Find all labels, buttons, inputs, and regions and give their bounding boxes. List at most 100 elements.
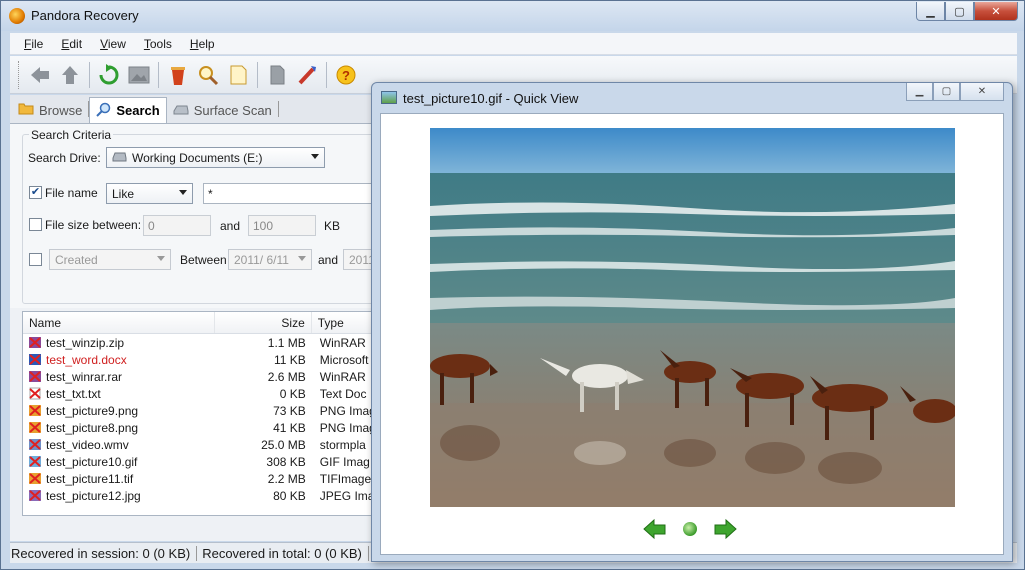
filesize-min-input[interactable]: 0 (143, 215, 211, 236)
table-row[interactable]: test_picture12.jpg 80 KB JPEG Ima (23, 487, 389, 504)
quick-view-title-bar[interactable]: test_picture10.gif - Quick View ▁ ▢ ✕ (372, 83, 1012, 113)
app-title: Pandora Recovery (31, 8, 139, 23)
date-checkbox[interactable] (29, 253, 42, 266)
menu-view[interactable]: View (100, 37, 126, 51)
disk-icon (173, 103, 189, 118)
toolbar-separator (257, 61, 258, 88)
filesize-label: File size between: (45, 218, 142, 232)
tab-browse[interactable]: Browse (12, 97, 88, 123)
menu-bar: File Edit View Tools Help (10, 33, 1017, 55)
menu-edit[interactable]: Edit (61, 37, 82, 51)
file-size: 80 KB (273, 488, 306, 503)
filename-checkbox[interactable]: ✔ (29, 186, 42, 199)
file-size: 308 KB (266, 454, 306, 469)
file-name: test_picture9.png (46, 403, 139, 418)
wizard-icon[interactable] (292, 60, 322, 90)
file-size: 41 KB (273, 420, 306, 435)
chevron-down-icon (179, 190, 187, 195)
file-name: test_txt.txt (46, 386, 101, 401)
file-name: test_picture10.gif (46, 454, 138, 469)
table-row[interactable]: test_picture9.png 73 KB PNG Imag (23, 402, 389, 419)
deleted-image-icon (28, 421, 42, 434)
window-controls: ▁ ▢ ✕ (916, 2, 1018, 21)
menu-file[interactable]: File (24, 37, 43, 51)
date-mode-value: Created (55, 252, 98, 267)
tab-surface-scan[interactable]: Surface Scan (167, 97, 278, 123)
file-size: 73 KB (273, 403, 306, 418)
notes-icon[interactable] (223, 60, 253, 90)
menu-help[interactable]: Help (190, 37, 215, 51)
menu-tools[interactable]: Tools (144, 37, 172, 51)
filename-label: File name (45, 186, 98, 200)
deleted-image-icon (28, 489, 42, 502)
deleted-image-icon (28, 455, 42, 468)
minimize-button[interactable]: ▁ (906, 83, 933, 101)
next-arrow-icon[interactable] (713, 518, 737, 540)
table-row[interactable]: test_picture11.tif 2.2 MB TIFImage (23, 470, 389, 487)
preview-image (430, 118, 955, 507)
file-size: 11 KB (273, 352, 306, 367)
table-row[interactable]: test_video.wmv 25.0 MB stormpla (23, 436, 389, 453)
help-icon[interactable]: ? (331, 60, 361, 90)
reload-icon[interactable] (683, 522, 697, 536)
maximize-button[interactable]: ▢ (945, 2, 974, 21)
tab-search[interactable]: Search (89, 97, 167, 123)
chevron-down-icon (311, 154, 319, 159)
date-mode-select[interactable]: Created (49, 249, 171, 270)
table-row[interactable]: test_picture8.png 41 KB PNG Imag (23, 419, 389, 436)
copy-icon[interactable] (262, 60, 292, 90)
filename-input[interactable]: * (203, 183, 379, 204)
file-size: 2.2 MB (267, 471, 306, 486)
filesize-max-input[interactable]: 100 (248, 215, 316, 236)
tab-browse-label: Browse (39, 102, 83, 118)
table-row[interactable]: test_winrar.rar 2.6 MB WinRAR (23, 368, 389, 385)
deleted-archive-icon (28, 336, 42, 349)
back-icon[interactable] (25, 60, 55, 90)
quick-view-content (380, 113, 1004, 555)
search-criteria-group: Search Criteria Search Drive: Working Do… (22, 128, 383, 304)
filesize-unit-label: KB (324, 219, 341, 233)
filename-mode-select[interactable]: Like (106, 183, 193, 204)
file-list-header: Name Size Type (23, 312, 389, 334)
refresh-icon[interactable] (94, 60, 124, 90)
column-size[interactable]: Size (215, 312, 312, 333)
close-button[interactable]: ✕ (960, 83, 1004, 101)
filesize-checkbox[interactable] (29, 218, 42, 231)
up-icon[interactable] (55, 60, 85, 90)
table-row[interactable]: test_txt.txt 0 KB Text Doc (23, 385, 389, 402)
search-drive-label: Search Drive: (28, 151, 101, 165)
minimize-button[interactable]: ▁ (916, 2, 945, 21)
quick-view-controls: ▁ ▢ ✕ (906, 83, 1004, 101)
maximize-button[interactable]: ▢ (933, 83, 960, 101)
recover-icon[interactable] (163, 60, 193, 90)
toolbar-grip (18, 60, 21, 89)
table-row[interactable]: test_word.docx 11 KB Microsoft (23, 351, 389, 368)
date-from-value: 2011/ 6/11 (234, 252, 289, 267)
file-size: 25.0 MB (261, 437, 306, 452)
search-criteria-title: Search Criteria (29, 128, 114, 142)
previous-arrow-icon[interactable] (643, 518, 667, 540)
search-drive-select[interactable]: Working Documents (E:) (106, 147, 325, 168)
file-name: test_word.docx (46, 352, 127, 367)
file-name: test_winzip.zip (46, 335, 125, 350)
close-button[interactable]: ✕ (974, 2, 1018, 21)
quick-view-icon[interactable] (193, 60, 223, 90)
filesize-and-label: and (220, 219, 241, 233)
folder-icon (18, 102, 34, 118)
column-name[interactable]: Name (23, 312, 216, 333)
image-file-icon (381, 91, 397, 104)
left-panel: Browse Search Surface Scan Search Criter… (10, 95, 390, 541)
between-label: Between (180, 253, 227, 267)
file-size: 0 KB (279, 386, 306, 401)
chevron-down-icon (157, 256, 165, 261)
table-row[interactable]: test_winzip.zip 1.1 MB WinRAR (23, 334, 389, 351)
deleted-word-icon (28, 353, 42, 366)
quick-view-window: test_picture10.gif - Quick View ▁ ▢ ✕ (371, 82, 1013, 562)
search-drive-value: Working Documents (E:) (132, 150, 263, 165)
table-row[interactable]: test_picture10.gif 308 KB GIF Imag (23, 453, 389, 470)
image-icon[interactable] (124, 60, 154, 90)
file-list-body: test_winzip.zip 1.1 MB WinRAR test_word.… (23, 334, 389, 504)
toolbar-separator (89, 61, 90, 88)
date-from-picker[interactable]: 2011/ 6/11 (228, 249, 312, 270)
file-name: test_picture11.tif (46, 471, 134, 486)
